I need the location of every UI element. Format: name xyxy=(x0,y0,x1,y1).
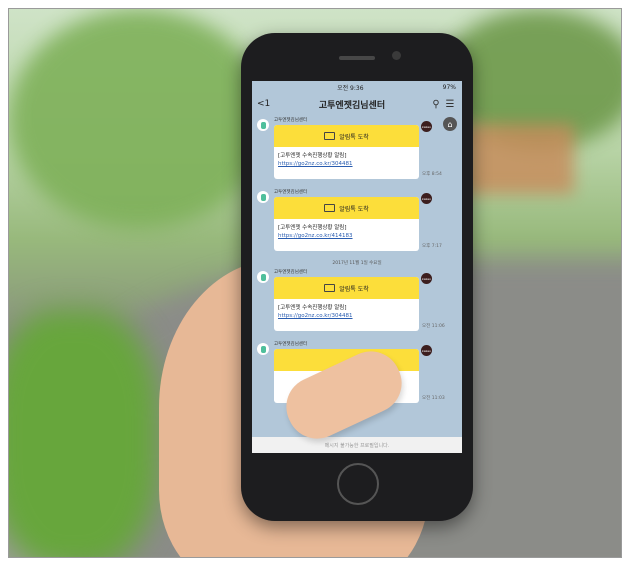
envelope-icon xyxy=(324,204,336,212)
status-time: 오전 9:36 xyxy=(337,84,364,92)
message-time: 오후 8:54 xyxy=(422,172,442,177)
kakao-badge: kakao xyxy=(421,193,432,204)
background-house xyxy=(464,124,574,194)
kakao-badge: kakao xyxy=(421,273,432,284)
message-sender: 고투엔젯김님센터 xyxy=(274,190,308,195)
search-icon[interactable]: ⚲ xyxy=(429,97,443,111)
card-body-text: [고투엔젯 수속진행상황 알림] xyxy=(278,305,347,311)
envelope-icon xyxy=(324,132,336,140)
alimtalk-card[interactable]: 알림톡 도착 [고투엔젯 수속진행상황 알림] https://go2nz.co… xyxy=(274,197,419,251)
message-sender: 고투엔젯김님센터 xyxy=(274,270,308,275)
card-title: 알림톡 도착 xyxy=(339,285,369,293)
card-link[interactable]: https://go2nz.co.kr/414183 xyxy=(278,232,415,240)
menu-icon[interactable]: ☰ xyxy=(443,97,457,111)
back-button[interactable]: <1 xyxy=(257,99,275,109)
avatar[interactable] xyxy=(257,343,269,355)
message-time: 오후 7:17 xyxy=(422,244,442,249)
message-time: 오전 11:06 xyxy=(422,324,445,329)
card-link[interactable]: https://go2nz.co.kr/304481 xyxy=(278,160,415,168)
message-input[interactable]: 메시지 불가능한 프로필입니다. xyxy=(252,437,462,453)
chat-title: 고투엔젯김님센터 xyxy=(318,100,386,111)
background-trees xyxy=(9,9,269,229)
phone-camera xyxy=(392,51,401,60)
avatar[interactable] xyxy=(257,271,269,283)
message-sender: 고투엔젯김님센터 xyxy=(274,342,308,347)
phone-speaker xyxy=(339,56,375,60)
kakao-badge: kakao xyxy=(421,121,432,132)
chat-message: 고투엔젯김님센터 알림톡 도착 [고투엔젯 수속진행상황 알림] https:/… xyxy=(257,189,457,257)
message-sender: 고투엔젯김님센터 xyxy=(274,118,308,123)
status-battery: 97% xyxy=(442,83,456,91)
home-button[interactable] xyxy=(337,463,379,505)
background-grass xyxy=(9,309,159,557)
date-divider: 2017년 11월 1일 수요일 xyxy=(332,261,382,266)
chat-message: 고투엔젯김님센터 알림톡 도착 [고투엔젯 수속진행상황 알림] https:/… xyxy=(257,117,457,185)
card-body-text: [고투엔젯 수속진행상황 알림] xyxy=(278,153,347,159)
chat-message: 고투엔젯김님센터 알림톡 도착 [고투엔젯 수속진행상황 알림] https:/… xyxy=(257,269,457,337)
envelope-icon xyxy=(324,284,336,292)
message-time: 오전 11:03 xyxy=(422,396,445,401)
card-title: 알림톡 도착 xyxy=(339,205,369,213)
alimtalk-card[interactable]: 알림톡 도착 [고투엔젯 수속진행상황 알림] https://go2nz.co… xyxy=(274,125,419,179)
card-link[interactable]: https://go2nz.co.kr/304481 xyxy=(278,312,415,320)
card-body-text: [고투엔젯 수속진행상황 알림] xyxy=(278,225,347,231)
avatar[interactable] xyxy=(257,191,269,203)
status-bar: 오전 9:36 97% xyxy=(252,81,462,93)
kakao-badge: kakao xyxy=(421,345,432,356)
phone: 오전 9:36 97% <1 고투엔젯김님센터 ⚲ ☰ ⌂ 고투엔젯김님센터 알… xyxy=(241,33,473,521)
alimtalk-card[interactable]: 알림톡 도착 [고투엔젯 수속진행상황 알림] https://go2nz.co… xyxy=(274,277,419,331)
card-title: 알림톡 도착 xyxy=(339,133,369,141)
photo-frame: 오전 9:36 97% <1 고투엔젯김님센터 ⚲ ☰ ⌂ 고투엔젯김님센터 알… xyxy=(8,8,622,558)
avatar[interactable] xyxy=(257,119,269,131)
chat-header: <1 고투엔젯김님센터 ⚲ ☰ xyxy=(252,93,462,115)
